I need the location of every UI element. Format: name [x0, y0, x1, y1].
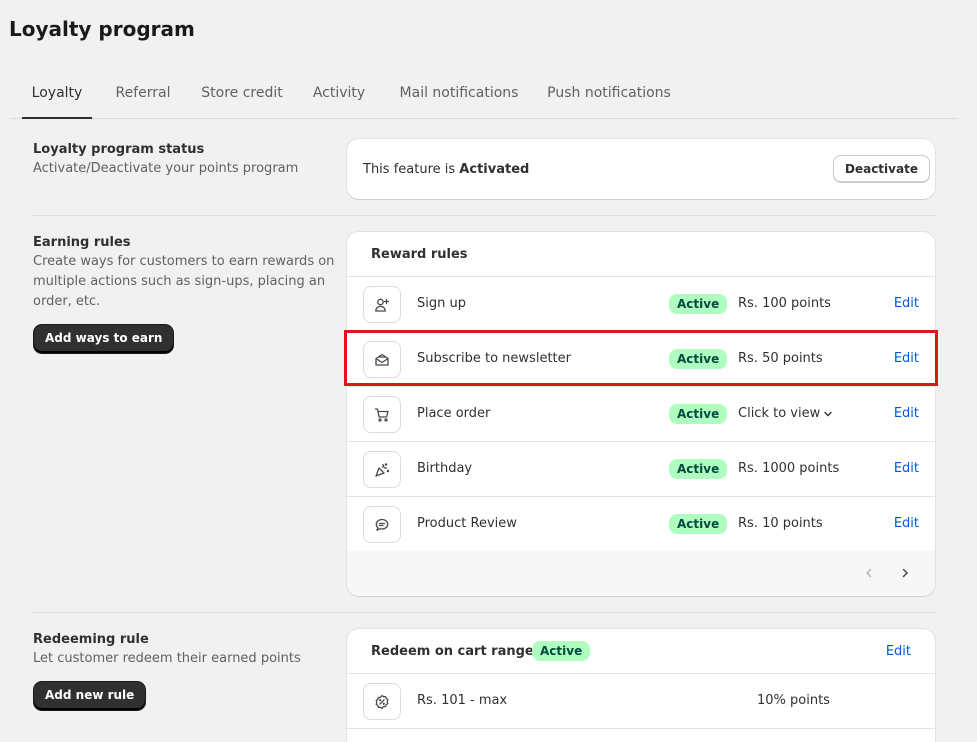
section-divider	[33, 612, 935, 613]
status-badge: Active	[669, 404, 728, 424]
tab-activity[interactable]: Activity	[308, 71, 370, 118]
tab-push-notifications[interactable]: Push notifications	[542, 71, 676, 118]
cart-icon	[363, 396, 401, 433]
previous-page-button[interactable]	[859, 563, 879, 583]
party-icon	[363, 451, 401, 488]
status-section-title: Loyalty program status	[33, 142, 205, 157]
reward-rule-row: Birthday Active Rs. 1000 points Edit	[347, 442, 935, 497]
edit-redeem-link[interactable]: Edit	[886, 644, 911, 659]
redeeming-section-title: Redeeming rule	[33, 632, 149, 647]
rule-name: Place order	[417, 406, 491, 421]
redeeming-section-description: Let customer redeem their earned points	[33, 651, 301, 666]
highlight-box	[344, 330, 938, 386]
chevron-down-icon	[824, 411, 832, 416]
add-ways-to-earn-button[interactable]: Add ways to earn	[34, 325, 174, 353]
rule-points: Click to view	[738, 406, 821, 421]
percent-badge-icon	[363, 683, 401, 720]
chevron-left-icon	[865, 568, 872, 578]
rule-points: Rs. 100 points	[738, 296, 831, 311]
add-new-rule-button[interactable]: Add new rule	[34, 682, 146, 710]
redeem-range-row: Rs. 101 - max 10% points	[347, 674, 935, 729]
status-badge: Active	[669, 514, 728, 534]
reward-rule-row: Product Review Active Rs. 10 points Edit	[347, 497, 935, 552]
status-badge: Active	[532, 641, 591, 661]
tab-store-credit[interactable]: Store credit	[196, 71, 288, 118]
earning-description-line: Create ways for customers to earn reward…	[33, 254, 335, 269]
click-to-view-dropdown[interactable]: Click to view	[738, 406, 833, 421]
page-title: Loyalty program	[9, 17, 195, 41]
user-plus-icon	[363, 286, 401, 323]
rule-name: Product Review	[417, 516, 517, 531]
reward-rule-row: Place order Active Click to view Edit	[347, 387, 935, 442]
redeem-range-label: Rs. 101 - max	[417, 693, 508, 708]
status-badge: Active	[669, 459, 728, 479]
tab-referral[interactable]: Referral	[108, 71, 178, 118]
rule-points: Rs. 1000 points	[738, 461, 840, 476]
rule-name: Birthday	[417, 461, 473, 476]
status-value: Activated	[459, 162, 530, 177]
status-text: This feature is Activated	[363, 162, 529, 177]
rule-points: Rs. 10 points	[738, 516, 823, 531]
edit-rule-link[interactable]: Edit	[894, 516, 919, 531]
reward-rules-title: Reward rules	[371, 247, 468, 262]
tab-loyalty[interactable]: Loyalty	[22, 71, 92, 119]
reward-rules-card: Reward rules Sign up Active Rs. 100 poin…	[347, 232, 935, 596]
earning-description-line: multiple actions such as sign-ups, placi…	[33, 274, 326, 289]
section-divider	[33, 215, 935, 216]
next-page-button[interactable]	[895, 563, 915, 583]
redeem-card-header: Redeem on cart ranges Active Edit	[347, 629, 935, 674]
redeem-card: Redeem on cart ranges Active Edit Rs. 10…	[347, 629, 935, 742]
reward-rules-header: Reward rules	[347, 232, 935, 277]
pagination-footer	[347, 551, 935, 596]
earning-section-title: Earning rules	[33, 235, 131, 250]
earning-section-description: Create ways for customers to earn reward…	[33, 252, 334, 312]
edit-rule-link[interactable]: Edit	[894, 461, 919, 476]
tab-mail-notifications[interactable]: Mail notifications	[392, 71, 526, 118]
redeem-card-title: Redeem on cart ranges	[371, 644, 542, 659]
status-prefix: This feature is	[363, 162, 456, 177]
chat-icon	[363, 506, 401, 543]
rule-name: Sign up	[417, 296, 466, 311]
status-card: This feature is Activated Deactivate	[347, 139, 935, 199]
status-badge: Active	[669, 294, 728, 314]
reward-rule-row: Sign up Active Rs. 100 points Edit	[347, 277, 935, 332]
edit-rule-link[interactable]: Edit	[894, 406, 919, 421]
edit-rule-link[interactable]: Edit	[894, 296, 919, 311]
tab-bar: Loyalty Referral Store credit Activity M…	[10, 71, 958, 119]
redeem-range-value: 10% points	[757, 693, 830, 708]
status-section-description: Activate/Deactivate your points program	[33, 161, 299, 176]
earning-description-line: order, etc.	[33, 294, 101, 309]
chevron-right-icon	[902, 568, 909, 578]
deactivate-button[interactable]: Deactivate	[833, 155, 930, 183]
